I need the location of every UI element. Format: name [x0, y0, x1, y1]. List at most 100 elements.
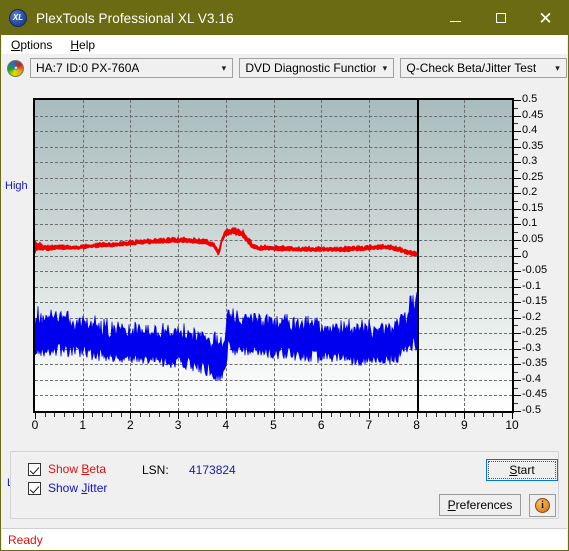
x-tick-label: 0 — [31, 418, 39, 432]
chevron-down-icon[interactable]: ▾ — [549, 59, 566, 77]
x-tick-minor — [349, 413, 351, 417]
function-select-value: DVD Diagnostic Functions — [245, 61, 377, 75]
lsn-label: LSN: — [142, 463, 169, 477]
x-tick-label: 4 — [222, 418, 230, 432]
x-tick-minor — [359, 413, 361, 417]
x-tick-minor — [483, 413, 485, 417]
disc-icon — [7, 59, 24, 77]
plextools-window: XL PlexTools Professional XL V3.16 ✕ Opt… — [0, 0, 569, 551]
axis-high-label: High — [5, 180, 28, 192]
x-tick-minor — [54, 413, 56, 417]
x-tick-minor — [73, 413, 75, 417]
x-tick-minor — [311, 413, 313, 417]
checkbox-check-icon[interactable] — [28, 462, 41, 476]
x-tick-minor — [206, 413, 208, 417]
menu-bar: Options Help — [2, 35, 567, 54]
x-tick-minor — [159, 413, 161, 417]
y-tick-label: 0.25 — [522, 170, 544, 183]
title-bar: XL PlexTools Professional XL V3.16 ✕ — [1, 1, 568, 35]
y-tick-label: 0.1 — [522, 217, 538, 230]
y-tick-label: -0.35 — [522, 357, 548, 370]
window-controls: ✕ — [433, 1, 568, 35]
minimize-icon[interactable] — [433, 1, 478, 35]
x-tick-minor — [111, 413, 113, 417]
plot-traces — [35, 227, 418, 382]
x-tick-minor — [473, 413, 475, 417]
y-axis-labels: 0.5 0.45 0.4 0.35 0.3 0.25 0.2 0.15 0.1 0.05 0 -0.0… — [518, 82, 568, 429]
x-tick-label: 8 — [413, 418, 420, 432]
window-title: PlexTools Professional XL V3.16 — [36, 10, 234, 26]
info-button[interactable]: i — [529, 494, 556, 517]
drive-select-value: HA:7 ID:0 PX-760A — [36, 61, 140, 75]
x-tick-minor — [168, 413, 170, 417]
x-tick-minor — [235, 413, 237, 417]
menu-item-help[interactable]: Help — [61, 35, 104, 54]
x-tick-label: 10 — [505, 418, 519, 432]
x-tick-minor — [492, 413, 494, 417]
x-tick-label: 6 — [317, 418, 325, 432]
x-tick-minor — [445, 413, 447, 417]
trace-beta — [35, 227, 418, 257]
x-tick-label: 9 — [460, 418, 468, 432]
x-tick-minor — [378, 413, 380, 417]
info-icon: i — [535, 498, 550, 513]
x-tick-minor — [292, 413, 294, 417]
y-tick-label: -0.4 — [522, 372, 541, 385]
x-tick-minor — [426, 413, 428, 417]
show-jitter-checkbox[interactable]: Show Jitter — [28, 481, 107, 495]
y-tick-label: 0.4 — [522, 124, 538, 137]
x-tick-minor — [139, 413, 141, 417]
y-tick-label: 0.05 — [522, 232, 544, 245]
start-button[interactable]: Start — [486, 459, 558, 481]
x-tick-minor — [407, 413, 409, 417]
x-tick-minor — [216, 413, 218, 417]
x-tick-minor — [340, 413, 342, 417]
trace-jitter — [35, 292, 418, 382]
x-tick-minor — [502, 413, 504, 417]
x-tick-minor — [302, 413, 304, 417]
y-tick-label: -0.45 — [522, 388, 548, 401]
status-text: Ready — [8, 532, 43, 547]
y-tick-label: 0.45 — [522, 108, 544, 121]
checkbox-check-icon[interactable] — [28, 481, 41, 495]
menu-item-options[interactable]: Options — [2, 35, 61, 54]
test-select[interactable]: Q-Check Beta/Jitter Test ▾ — [400, 58, 567, 78]
x-tick-minor — [387, 413, 389, 417]
control-group: Show Beta Show Jitter LSN: 4173824 Start… — [10, 451, 559, 519]
x-tick-minor — [44, 413, 46, 417]
x-tick-minor — [120, 413, 122, 417]
chevron-down-icon[interactable]: ▾ — [215, 59, 232, 77]
show-jitter-label: Show Jitter — [48, 481, 108, 495]
maximize-icon[interactable] — [478, 1, 523, 35]
x-tick-label: 2 — [127, 418, 134, 432]
x-tick-minor — [254, 413, 256, 417]
show-beta-checkbox[interactable]: Show Beta — [28, 462, 106, 476]
drive-select[interactable]: HA:7 ID:0 PX-760A ▾ — [30, 58, 234, 78]
function-select[interactable]: DVD Diagnostic Functions ▾ — [239, 58, 395, 78]
y-tick-label: -0.05 — [522, 264, 548, 277]
y-tick-label: 0.5 — [522, 93, 538, 105]
y-tick-label: -0.15 — [522, 295, 548, 308]
y-tick-label: 0.2 — [522, 186, 538, 199]
chart-panel: High Low 0.50.450.40.350.30.250.20.150.1… — [2, 82, 568, 489]
close-icon[interactable]: ✕ — [523, 1, 568, 35]
y-tick-label: -0.2 — [522, 310, 541, 323]
preferences-button-label: Preferences — [447, 498, 513, 512]
x-tick-minor — [149, 413, 151, 417]
x-tick-minor — [63, 413, 65, 417]
x-tick-label: 7 — [365, 418, 373, 432]
test-select-value: Q-Check Beta/Jitter Test — [406, 61, 537, 75]
y-tick-label: 0.3 — [522, 155, 538, 168]
x-tick-minor — [330, 413, 332, 417]
x-tick-minor — [187, 413, 189, 417]
y-tick-label: 0.35 — [522, 139, 544, 152]
x-tick-minor — [397, 413, 399, 417]
y-tick-label: -0.3 — [522, 341, 541, 354]
x-tick-label: 1 — [79, 418, 87, 432]
app-logo-icon: XL — [9, 9, 27, 27]
toolbar: HA:7 ID:0 PX-760A ▾ DVD Diagnostic Funct… — [2, 54, 567, 82]
preferences-button[interactable]: Preferences — [439, 494, 521, 516]
y-tick-label: -0.1 — [522, 279, 541, 292]
x-tick-minor — [197, 413, 199, 417]
chevron-down-icon[interactable]: ▾ — [376, 59, 393, 77]
